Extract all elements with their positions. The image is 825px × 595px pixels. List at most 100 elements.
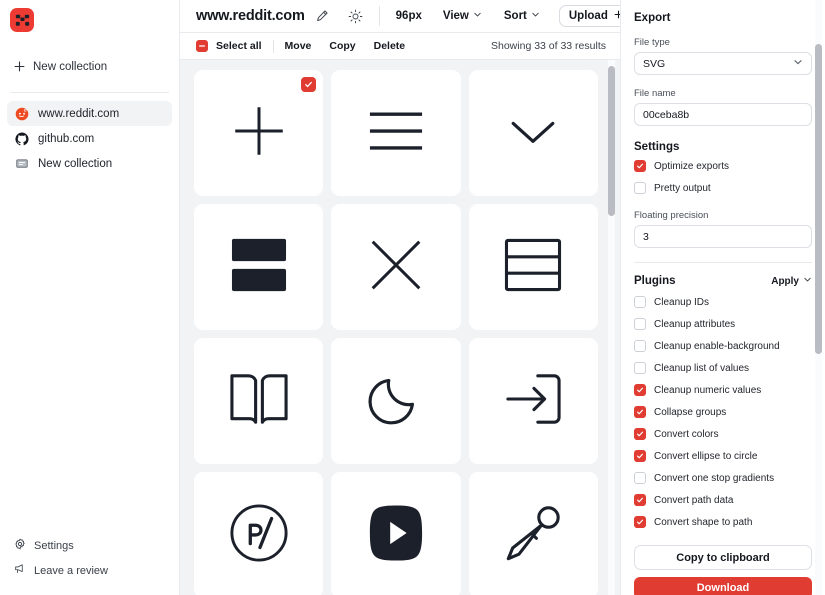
floating-precision-label: Floating precision [634, 210, 709, 221]
export-scrollbar-thumb[interactable] [815, 44, 822, 354]
export-panel: Export File type SVG File name 00ceba8b … [620, 0, 825, 595]
hamburger-menu-icon [366, 106, 426, 161]
setting-pretty-output[interactable]: Pretty output [634, 179, 812, 197]
icon-card[interactable] [331, 338, 461, 464]
icon-card[interactable] [194, 338, 324, 464]
file-name-label: File name [634, 88, 676, 99]
plugin-label: Cleanup list of values [654, 362, 750, 374]
file-type-select[interactable]: SVG [634, 52, 812, 75]
settings-title: Settings [634, 141, 680, 153]
app-root: New collection www.reddit.com github.com… [0, 0, 825, 595]
checkbox[interactable] [634, 428, 646, 440]
icon-card[interactable] [468, 204, 598, 330]
plugin-label: Convert colors [654, 428, 719, 440]
new-collection-button[interactable]: New collection [0, 54, 179, 80]
moon-icon [367, 370, 425, 433]
icon-card[interactable] [331, 204, 461, 330]
sidebar-item-github-com[interactable]: github.com [7, 126, 172, 151]
view-menu-label: View [442, 10, 469, 22]
checkbox[interactable] [634, 340, 646, 352]
checkbox[interactable] [634, 384, 646, 396]
plugin-cleanup-numeric-values[interactable]: Cleanup numeric values [634, 381, 812, 399]
icon-size-label[interactable]: 96px [386, 10, 432, 22]
chevron-down-icon [473, 10, 482, 22]
plugin-convert-one-stop-gradients[interactable]: Convert one stop gradients [634, 469, 812, 487]
plugin-cleanup-attributes[interactable]: Cleanup attributes [634, 315, 812, 333]
gear-icon [14, 537, 26, 555]
svg-gobbler-logo-icon[interactable] [10, 8, 34, 32]
collection-list: www.reddit.com github.com New collection [0, 101, 179, 176]
sidebar-item-new-collection[interactable]: New collection [7, 151, 172, 176]
download-button[interactable]: Download [634, 577, 812, 595]
icon-card[interactable] [468, 70, 598, 196]
select-all-label[interactable]: Select all [216, 40, 262, 52]
checkbox[interactable] [634, 296, 646, 308]
checkbox[interactable] [634, 318, 646, 330]
icon-card[interactable] [194, 70, 324, 196]
login-arrow-icon [503, 371, 563, 432]
plus-icon [14, 61, 25, 74]
icon-grid-scroll-area[interactable] [180, 60, 620, 595]
close-x-icon [367, 236, 425, 299]
icon-card[interactable] [194, 472, 324, 595]
card-selected-checkbox[interactable] [301, 77, 317, 92]
icon-card[interactable] [468, 338, 598, 464]
grid-scrollbar-thumb[interactable] [608, 66, 615, 216]
apply-menu[interactable]: Apply [771, 275, 812, 287]
upload-button-label: Upload [568, 10, 608, 22]
sidebar-item-leave-a-review[interactable]: Leave a review [0, 558, 179, 583]
icon-card[interactable] [331, 472, 461, 595]
icon-card[interactable] [194, 204, 324, 330]
sidebar: New collection www.reddit.com github.com… [0, 0, 180, 595]
plugin-cleanup-enable-background[interactable]: Cleanup enable-background [634, 337, 812, 355]
checkbox[interactable] [634, 160, 646, 172]
delete-button[interactable]: Delete [374, 40, 406, 52]
icon-card[interactable] [468, 472, 598, 595]
checkbox[interactable] [634, 494, 646, 506]
sidebar-item-www-reddit-com[interactable]: www.reddit.com [7, 101, 172, 126]
plugins-list: Cleanup IDs Cleanup attributes Cleanup e… [634, 293, 812, 531]
copy-to-clipboard-button[interactable]: Copy to clipboard [634, 545, 812, 570]
play-button-icon [367, 504, 425, 567]
icon-grid [180, 60, 620, 595]
plugin-label: Cleanup IDs [654, 296, 710, 308]
floating-precision-value: 3 [643, 230, 649, 243]
main-panel: www.reddit.com 96px View Sort Upload Sel… [180, 0, 633, 595]
view-menu[interactable]: View [432, 10, 493, 22]
plugin-convert-path-data[interactable]: Convert path data [634, 491, 812, 509]
file-name-input[interactable]: 00ceba8b [634, 103, 812, 126]
plugin-label: Convert path data [654, 494, 734, 506]
results-count: Showing 33 of 33 results [491, 40, 606, 52]
checkbox[interactable] [634, 472, 646, 484]
paintbrush-icon[interactable] [305, 0, 339, 32]
top-toolbar: www.reddit.com 96px View Sort Upload [180, 0, 633, 33]
icon-card[interactable] [331, 70, 461, 196]
sort-menu[interactable]: Sort [493, 10, 551, 22]
plugin-label: Cleanup attributes [654, 318, 736, 330]
floating-precision-input[interactable]: 3 [634, 225, 812, 248]
export-title: Export [634, 12, 671, 24]
plugin-cleanup-ids[interactable]: Cleanup IDs [634, 293, 812, 311]
plugin-label: Convert shape to path [654, 516, 753, 528]
plugin-label: Collapse groups [654, 406, 727, 418]
checkbox[interactable] [634, 516, 646, 528]
sidebar-item-settings[interactable]: Settings [0, 533, 179, 558]
checkbox[interactable] [634, 406, 646, 418]
chevron-down-icon [793, 57, 803, 70]
sun-icon[interactable] [339, 0, 373, 32]
checkbox[interactable] [634, 182, 646, 194]
action-toolbar: Select all Move Copy Delete Showing 33 o… [180, 33, 620, 60]
move-button[interactable]: Move [285, 40, 312, 52]
select-all-checkbox[interactable] [196, 40, 208, 52]
checkbox[interactable] [634, 450, 646, 462]
setting-optimize-exports[interactable]: Optimize exports [634, 157, 812, 175]
plugin-collapse-groups[interactable]: Collapse groups [634, 403, 812, 421]
plugin-convert-colors[interactable]: Convert colors [634, 425, 812, 443]
plugin-label: Convert ellipse to circle [654, 450, 758, 462]
plugin-convert-ellipse-to-circle[interactable]: Convert ellipse to circle [634, 447, 812, 465]
copy-button[interactable]: Copy [329, 40, 355, 52]
app-logo-wrap [0, 0, 179, 32]
plugin-convert-shape-to-path[interactable]: Convert shape to path [634, 513, 812, 531]
plugin-cleanup-list-of-values[interactable]: Cleanup list of values [634, 359, 812, 377]
checkbox[interactable] [634, 362, 646, 374]
